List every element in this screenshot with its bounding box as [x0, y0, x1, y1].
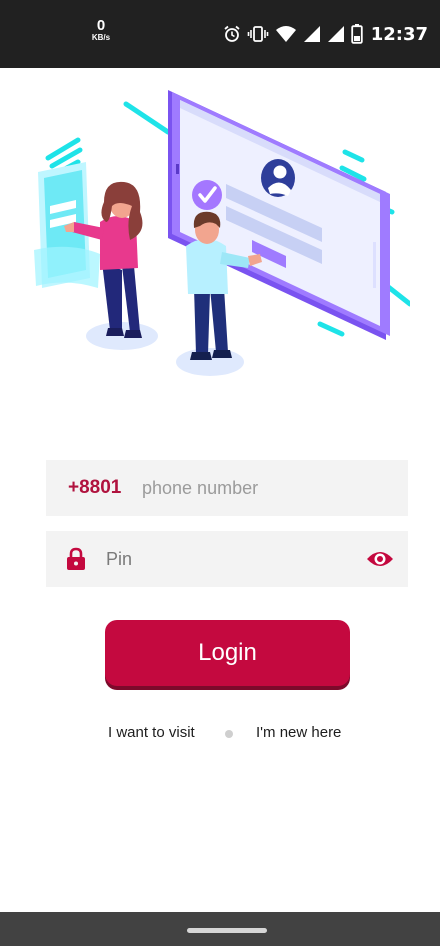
signal-icon: [327, 26, 344, 42]
phone-number-input[interactable]: [142, 468, 392, 508]
network-speed-unit: KB/s: [91, 33, 111, 42]
pin-input[interactable]: [106, 539, 346, 579]
pin-field: [46, 531, 408, 587]
network-speed-value: 0: [96, 17, 106, 34]
dot-separator: [225, 730, 233, 738]
login-illustration: [34, 90, 410, 376]
visit-link[interactable]: I want to visit: [108, 724, 195, 741]
signal-icon: [303, 26, 320, 42]
wifi-icon: [275, 26, 296, 42]
new-user-link[interactable]: I'm new here: [256, 724, 341, 741]
links-row: I want to visit I'm new here: [0, 724, 440, 748]
alarm-icon: [224, 25, 240, 42]
eye-icon[interactable]: [366, 548, 394, 570]
login-button[interactable]: Login: [105, 620, 350, 686]
country-code-label: +8801: [68, 477, 122, 498]
phone-field: +8801: [46, 460, 408, 516]
status-time: 12:37: [370, 23, 428, 45]
status-bar: 0 KB/s 12:37: [0, 0, 440, 68]
status-icons: 12:37: [223, 22, 428, 46]
navigation-bar: [0, 912, 440, 946]
network-speed-indicator: 0 KB/s: [86, 18, 116, 42]
battery-icon: [351, 24, 363, 44]
lock-icon: [67, 547, 85, 570]
vibrate-icon: [247, 26, 269, 42]
home-gesture-pill[interactable]: [187, 928, 267, 933]
